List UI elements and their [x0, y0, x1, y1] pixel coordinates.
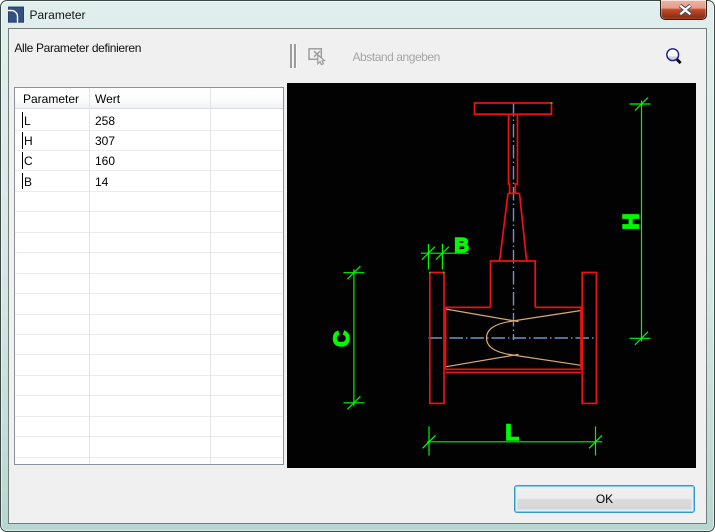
svg-text:L: L: [505, 420, 519, 445]
svg-text:B: B: [454, 234, 469, 257]
svg-text:H: H: [618, 213, 643, 229]
svg-text:C: C: [329, 331, 354, 347]
